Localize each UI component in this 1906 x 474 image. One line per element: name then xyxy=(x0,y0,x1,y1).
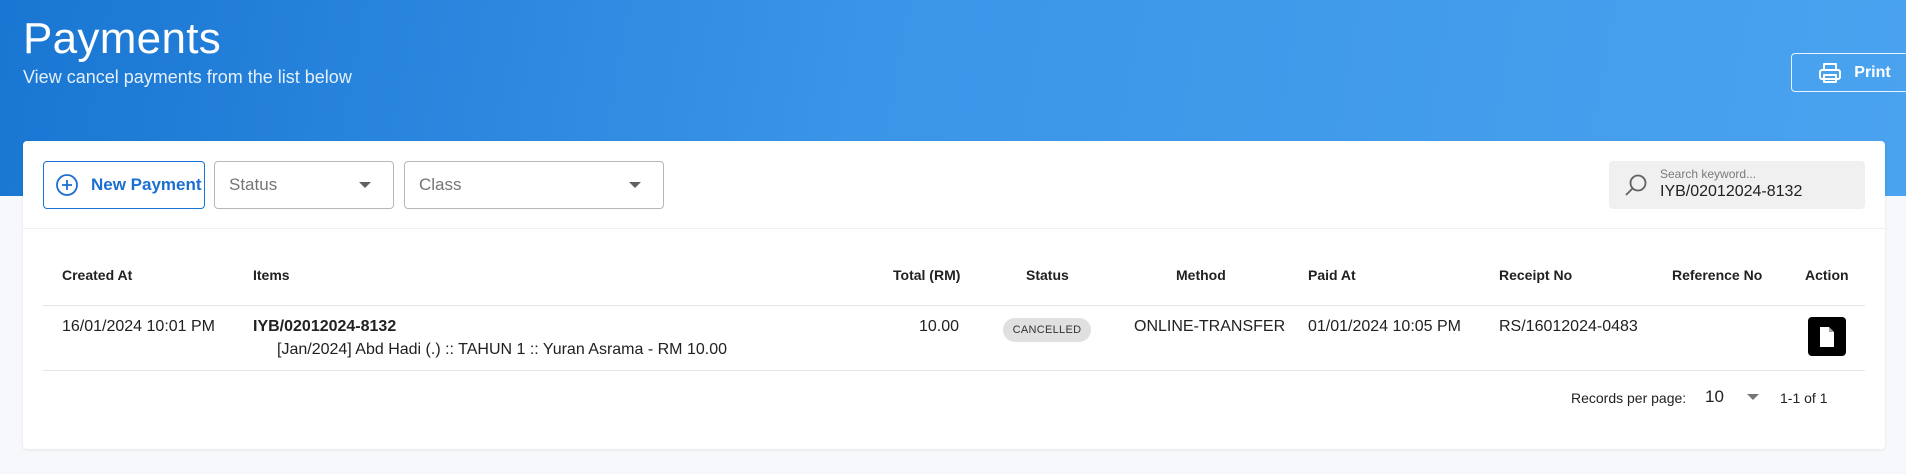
chevron-down-icon xyxy=(629,182,641,188)
column-header-items[interactable]: Items xyxy=(253,267,290,283)
column-header-reference-no[interactable]: Reference No xyxy=(1672,267,1762,283)
class-select-placeholder: Class xyxy=(419,175,462,194)
search-field[interactable]: Search keyword... xyxy=(1609,161,1865,209)
chevron-down-icon xyxy=(1747,394,1759,400)
toolbar-divider xyxy=(23,228,1885,229)
cell-created-at: 16/01/2024 10:01 PM xyxy=(62,318,216,335)
print-button[interactable]: Print xyxy=(1791,53,1906,92)
cell-paid-at: 01/01/2024 10:05 PM xyxy=(1308,318,1462,335)
status-select[interactable]: Status xyxy=(214,161,394,209)
payments-card: New Payment Status Class Search keyword.… xyxy=(23,141,1885,449)
cell-item-code: IYB/02012024-8132 xyxy=(253,318,397,335)
column-header-action: Action xyxy=(1805,267,1849,283)
status-badge: CANCELLED xyxy=(1003,318,1091,342)
search-icon xyxy=(1625,174,1647,196)
records-per-page-label: Records per page: xyxy=(1571,390,1687,406)
cell-item-detail: [Jan/2024] Abd Hadi (.) :: TAHUN 1 :: Yu… xyxy=(277,341,727,358)
view-receipt-button[interactable] xyxy=(1808,317,1846,356)
cell-total: 10.00 xyxy=(918,318,959,335)
cell-receipt-no: RS/16012024-0483 xyxy=(1499,318,1638,335)
column-header-status[interactable]: Status xyxy=(1026,267,1069,283)
print-label: Print xyxy=(1854,63,1891,81)
column-header-method[interactable]: Method xyxy=(1176,267,1226,283)
document-icon xyxy=(1820,326,1834,347)
new-payment-label: New Payment xyxy=(91,175,202,194)
plus-circle-icon xyxy=(56,174,78,196)
records-per-page-select[interactable]: 10 xyxy=(1705,381,1763,413)
printer-icon xyxy=(1819,62,1842,83)
search-input[interactable] xyxy=(1660,183,1856,201)
column-header-total[interactable]: Total (RM) xyxy=(893,267,960,283)
search-placeholder: Search keyword... xyxy=(1660,167,1757,181)
column-header-created-at[interactable]: Created At xyxy=(62,267,132,283)
new-payment-button[interactable]: New Payment xyxy=(43,161,205,209)
pagination-range: 1-1 of 1 xyxy=(1780,390,1828,406)
status-select-placeholder: Status xyxy=(229,175,278,194)
table-header-divider xyxy=(43,305,1865,306)
column-header-receipt-no[interactable]: Receipt No xyxy=(1499,267,1572,283)
cell-method: ONLINE-TRANSFER xyxy=(1134,318,1286,335)
page-title: Payments xyxy=(23,14,222,63)
column-header-paid-at[interactable]: Paid At xyxy=(1308,267,1356,283)
chevron-down-icon xyxy=(359,182,371,188)
table-row-divider xyxy=(43,370,1865,371)
records-per-page-value: 10 xyxy=(1705,387,1724,406)
class-select[interactable]: Class xyxy=(404,161,664,209)
page-subtitle: View cancel payments from the list below xyxy=(23,67,352,87)
